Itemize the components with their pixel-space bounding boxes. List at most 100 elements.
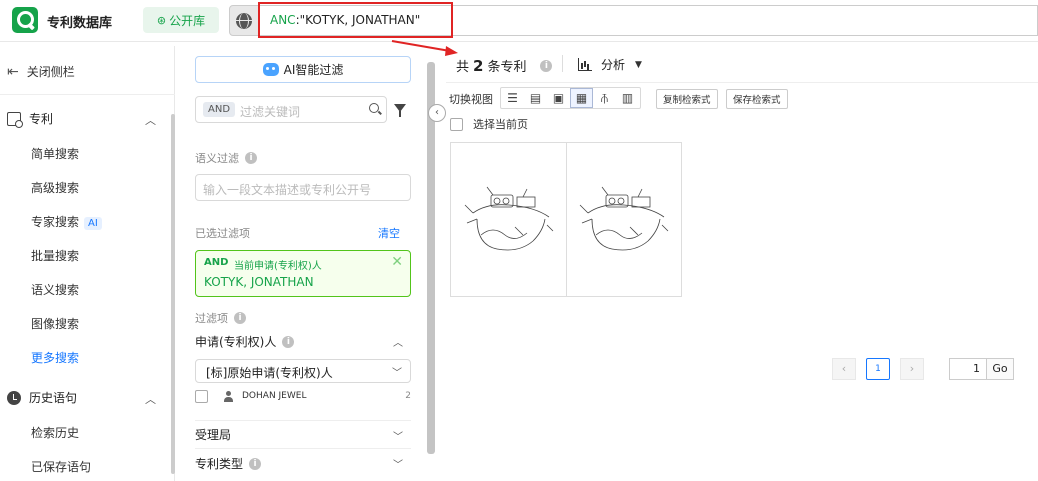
sidebar-scrollbar[interactable] (171, 114, 175, 474)
help-icon[interactable]: i (540, 59, 553, 72)
expert-search-label: 专家搜索 (31, 215, 80, 229)
person-icon (223, 391, 234, 402)
chevron-down-icon[interactable]: ﹀ (393, 456, 403, 471)
applicant-select-value: [标]原始申请(专利权)人 (206, 366, 333, 380)
semantic-filter-input[interactable]: 输入一段文本描述或专利公开号 (195, 174, 411, 201)
history-section-label: 历史语句 (29, 391, 78, 405)
chart-view-icon[interactable]: ▥ (616, 88, 639, 108)
close-sidebar-button[interactable]: ⇤ 关闭侧栏 (7, 63, 75, 80)
clear-filters-link[interactable]: 清空 (378, 225, 400, 241)
pager-go-button[interactable]: Go (987, 358, 1014, 380)
library-button[interactable]: ⊛ 公开库 (143, 7, 219, 33)
chosen-value: KOTYK, JONATHAN (204, 275, 314, 289)
divider (195, 448, 411, 449)
chevron-left-icon[interactable]: ‹ (832, 358, 856, 380)
patent-doc-icon (7, 111, 23, 128)
view-switch-label: 切换视图 (449, 93, 493, 106)
applicant-group-header[interactable]: 申请(专利权)人 i (195, 333, 295, 350)
applicant-type-select[interactable]: [标]原始申请(专利权)人 ﹀ (195, 359, 411, 383)
library-label: 公开库 (169, 13, 206, 28)
keyword-filter-input[interactable]: AND 过滤关键词 (195, 96, 387, 123)
ai-badge: AI (84, 217, 102, 230)
list-item[interactable]: DOHAN JEWEL 2 (195, 389, 411, 407)
patent-section-header[interactable]: 专利 (7, 110, 53, 128)
sidebar-item-image-search[interactable]: 图像搜索 (31, 315, 79, 332)
patent-thumbnail[interactable] (566, 143, 681, 296)
collapse-left-icon: ⇤ (7, 63, 19, 80)
sidebar-item-more-search[interactable]: 更多搜索 (31, 349, 79, 366)
globe-icon (236, 12, 252, 29)
office-group-header[interactable]: 受理局 (195, 426, 231, 443)
globe-button[interactable] (229, 5, 259, 36)
and-operator-chip[interactable]: AND (203, 102, 236, 117)
app-title: 专利数据库 (47, 16, 113, 31)
left-sidebar: ⇤ 关闭侧栏 专利 ︿ 简单搜索 高级搜索 专家搜索 AI 批量搜索 语义搜索 图… (0, 46, 175, 481)
chevron-down-icon[interactable]: ﹀ (393, 428, 403, 443)
patent-thumbnail[interactable] (451, 143, 566, 296)
chevron-down-icon: ﹀ (392, 368, 402, 379)
ai-filter-label: AI智能过滤 (283, 63, 344, 77)
sidebar-item-expert-search[interactable]: 专家搜索 AI (31, 213, 102, 230)
chevron-right-icon[interactable]: › (900, 358, 924, 380)
pager-page[interactable]: 1 (866, 358, 890, 380)
analysis-label: 分析 (601, 58, 626, 72)
sidebar-item-saved-queries[interactable]: 已保存语句 (31, 458, 91, 475)
semantic-filter-title: 语义过滤 (195, 152, 239, 165)
chevron-left-icon[interactable]: ‹ (428, 104, 446, 122)
chevron-up-icon[interactable]: ︿ (393, 334, 403, 349)
list-view-icon[interactable]: ☰ (501, 88, 524, 108)
sidebar-item-advanced-search[interactable]: 高级搜索 (31, 179, 79, 196)
divider (195, 420, 411, 421)
keyword-placeholder: 过滤关键词 (240, 105, 301, 119)
copy-query-button[interactable]: 复制检索式 (656, 89, 718, 109)
close-icon[interactable]: ✕ (391, 254, 403, 270)
analysis-dropdown[interactable]: 分析 ▼ (578, 56, 642, 73)
history-section-header[interactable]: 历史语句 (7, 389, 77, 406)
pager-goto-input[interactable]: 1 (949, 358, 987, 380)
sidebar-item-simple-search[interactable]: 简单搜索 (31, 145, 79, 162)
sidebar-divider (0, 94, 175, 95)
applicant-count: 2 (405, 391, 411, 401)
detail-list-view-icon[interactable]: ▤ (524, 88, 547, 108)
top-header: 专利数据库 ⊛ 公开库 ANC:"KOTYK, JONATHAN" (0, 0, 1038, 42)
search-icon[interactable] (369, 103, 379, 113)
public-library-icon: ⊛ (156, 13, 167, 27)
compare-view-icon[interactable]: ⫚ (593, 88, 616, 108)
help-icon[interactable]: i (245, 152, 257, 164)
caret-down-icon: ▼ (635, 59, 642, 70)
sidebar-item-semantic-search[interactable]: 语义搜索 (31, 281, 79, 298)
chevron-up-icon[interactable]: ︿ (145, 112, 156, 128)
select-page-checkbox[interactable] (450, 117, 463, 131)
select-current-page[interactable]: 选择当前页 (450, 116, 528, 132)
robot-icon (262, 63, 279, 76)
select-page-label: 选择当前页 (473, 118, 528, 131)
chevron-up-icon[interactable]: ︿ (145, 391, 156, 407)
filter-items-title: 过滤项 (195, 312, 228, 325)
chosen-operator: AND (204, 257, 229, 268)
applicant-group-label: 申请(专利权)人 (195, 335, 277, 349)
view-switcher: ☰ ▤ ▣ ▦ ⫚ ▥ (500, 87, 641, 109)
result-thumbnails (450, 142, 682, 297)
filter-panel: AI智能过滤 AND 过滤关键词 语义过滤 i 输入一段文本描述或专利公开号 已… (180, 46, 428, 481)
semantic-filter-label: 语义过滤 i (195, 150, 257, 166)
grid-view-icon[interactable]: ▦ (570, 88, 593, 108)
save-query-button[interactable]: 保存检索式 (726, 89, 788, 109)
ai-filter-button[interactable]: AI智能过滤 (195, 56, 411, 83)
sidebar-item-batch-search[interactable]: 批量搜索 (31, 247, 79, 264)
help-icon[interactable]: i (282, 335, 295, 348)
help-icon[interactable]: i (234, 312, 246, 324)
selected-filters-label: 已选过滤项 (195, 227, 250, 240)
help-icon[interactable]: i (249, 457, 262, 470)
selected-filter-chip: AND 当前申请(专利权)人 KOTYK, JONATHAN ✕ (195, 250, 411, 297)
applicant-checkbox[interactable] (195, 390, 208, 403)
type-group-header[interactable]: 专利类型 i (195, 455, 262, 472)
sidebar-item-search-history[interactable]: 检索历史 (31, 424, 79, 441)
result-count-suffix: 条专利 (487, 60, 527, 75)
chosen-field: 当前申请(专利权)人 (234, 261, 322, 272)
image-view-icon[interactable]: ▣ (547, 88, 570, 108)
query-highlight-box (258, 2, 453, 38)
type-group-label: 专利类型 (195, 457, 244, 471)
filter-funnel-icon[interactable] (394, 104, 406, 117)
applicant-name: DOHAN JEWEL (242, 391, 307, 401)
result-count-prefix: 共 (456, 60, 470, 75)
